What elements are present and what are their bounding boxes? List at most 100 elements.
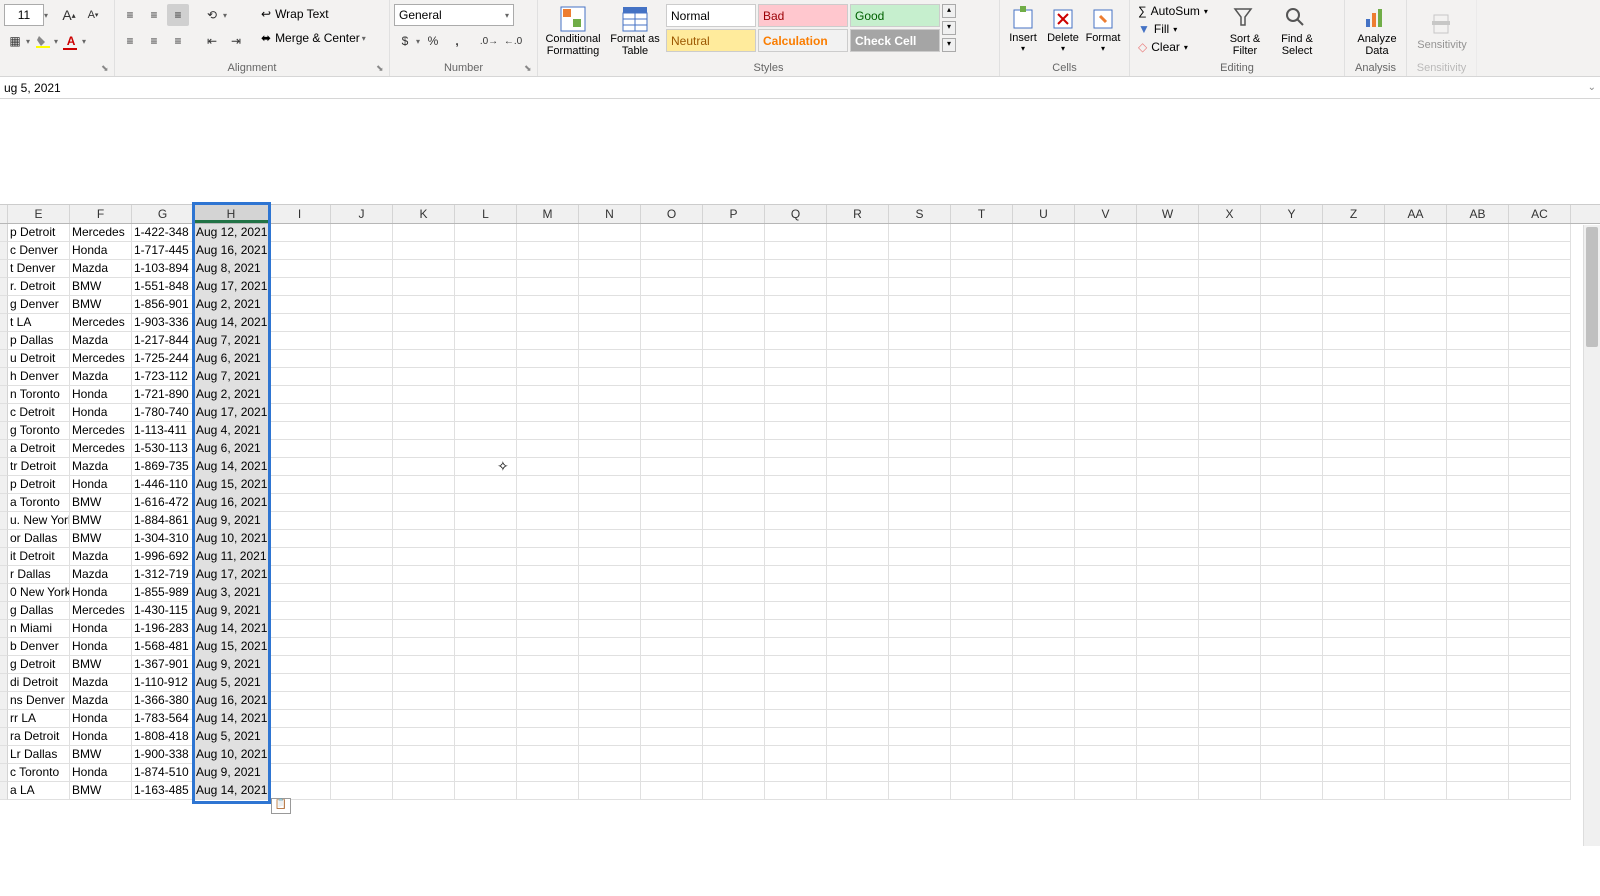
cell[interactable]: ns Denver [8, 692, 70, 710]
column-header-S[interactable]: S [889, 205, 951, 223]
cell[interactable] [641, 314, 703, 332]
cell[interactable] [1447, 260, 1509, 278]
cell[interactable] [393, 350, 455, 368]
cell[interactable] [269, 584, 331, 602]
column-header-F[interactable]: F [70, 205, 132, 223]
cell[interactable] [1385, 548, 1447, 566]
cell[interactable] [331, 530, 393, 548]
cell[interactable] [1013, 260, 1075, 278]
cell[interactable] [703, 674, 765, 692]
cell[interactable] [1323, 242, 1385, 260]
cell[interactable] [641, 260, 703, 278]
cell[interactable] [1261, 620, 1323, 638]
chevron-down-icon[interactable]: ▾ [416, 37, 420, 46]
cell[interactable] [1323, 440, 1385, 458]
row-header[interactable] [0, 728, 8, 746]
cell[interactable] [703, 422, 765, 440]
cell[interactable] [1323, 674, 1385, 692]
cell[interactable]: 1-446-110 [132, 476, 194, 494]
cell[interactable] [393, 710, 455, 728]
cell[interactable]: BMW [70, 746, 132, 764]
row-header[interactable] [0, 350, 8, 368]
conditional-formatting-button[interactable]: Conditional Formatting [542, 2, 604, 60]
cell[interactable] [269, 566, 331, 584]
cell[interactable] [1323, 224, 1385, 242]
cell[interactable] [641, 278, 703, 296]
cell[interactable] [1447, 710, 1509, 728]
cell[interactable] [1509, 548, 1571, 566]
cell[interactable] [393, 638, 455, 656]
cell[interactable] [1137, 422, 1199, 440]
cell[interactable]: 1-884-861 [132, 512, 194, 530]
cell[interactable] [455, 332, 517, 350]
cell[interactable] [1075, 692, 1137, 710]
cell[interactable] [393, 782, 455, 800]
cell[interactable] [1199, 494, 1261, 512]
cell[interactable] [1199, 458, 1261, 476]
cell[interactable] [269, 512, 331, 530]
cell[interactable] [1199, 368, 1261, 386]
cell[interactable] [1199, 674, 1261, 692]
cell[interactable] [1137, 764, 1199, 782]
cell[interactable] [1075, 224, 1137, 242]
cell[interactable] [393, 332, 455, 350]
cell[interactable] [889, 332, 951, 350]
cell[interactable] [579, 494, 641, 512]
cell[interactable] [331, 512, 393, 530]
cell[interactable] [951, 548, 1013, 566]
cell[interactable] [1385, 638, 1447, 656]
cell[interactable] [517, 512, 579, 530]
cell[interactable] [269, 296, 331, 314]
cell[interactable] [1013, 566, 1075, 584]
cell[interactable]: Aug 5, 2021 [194, 728, 269, 746]
cell[interactable] [1199, 620, 1261, 638]
cell[interactable] [889, 530, 951, 548]
cell[interactable] [331, 764, 393, 782]
cell[interactable]: a Detroit [8, 440, 70, 458]
cell[interactable] [1323, 314, 1385, 332]
number-format-select[interactable]: General ▾ [394, 4, 514, 26]
cell[interactable] [889, 566, 951, 584]
cell[interactable] [1013, 386, 1075, 404]
clear-button[interactable]: ◇Clear▾ [1134, 38, 1219, 56]
cell[interactable]: Honda [70, 764, 132, 782]
cell[interactable] [455, 422, 517, 440]
cell[interactable]: Aug 11, 2021 [194, 548, 269, 566]
cell[interactable] [1447, 440, 1509, 458]
merge-center-button[interactable]: ⬌ Merge & Center ▾ [255, 26, 372, 50]
cell[interactable] [517, 746, 579, 764]
cell[interactable] [331, 674, 393, 692]
cell[interactable] [1013, 242, 1075, 260]
cell[interactable] [393, 620, 455, 638]
cell[interactable] [641, 548, 703, 566]
cell[interactable] [1137, 530, 1199, 548]
analyze-data-button[interactable]: Analyze Data [1349, 2, 1405, 60]
cell[interactable]: 1-725-244 [132, 350, 194, 368]
cell[interactable] [1261, 224, 1323, 242]
cell[interactable] [1075, 656, 1137, 674]
cell[interactable] [393, 242, 455, 260]
cell[interactable] [269, 530, 331, 548]
cell[interactable] [269, 602, 331, 620]
cell[interactable] [827, 350, 889, 368]
cell[interactable] [1199, 278, 1261, 296]
cell[interactable] [1261, 674, 1323, 692]
column-header-Q[interactable]: Q [765, 205, 827, 223]
cell[interactable] [1199, 386, 1261, 404]
cell[interactable] [1013, 656, 1075, 674]
cell[interactable] [455, 404, 517, 422]
cell[interactable] [331, 314, 393, 332]
cell[interactable] [827, 620, 889, 638]
cell[interactable]: Mazda [70, 458, 132, 476]
align-middle-icon[interactable]: ≡ [143, 4, 165, 26]
cell[interactable] [1447, 728, 1509, 746]
scrollbar-thumb[interactable] [1586, 227, 1598, 347]
cell[interactable] [393, 440, 455, 458]
cell[interactable] [393, 764, 455, 782]
cell[interactable] [1075, 386, 1137, 404]
cell[interactable]: Honda [70, 386, 132, 404]
cell[interactable] [1509, 242, 1571, 260]
cell[interactable] [703, 476, 765, 494]
cell[interactable]: Mazda [70, 566, 132, 584]
cell[interactable] [1137, 566, 1199, 584]
